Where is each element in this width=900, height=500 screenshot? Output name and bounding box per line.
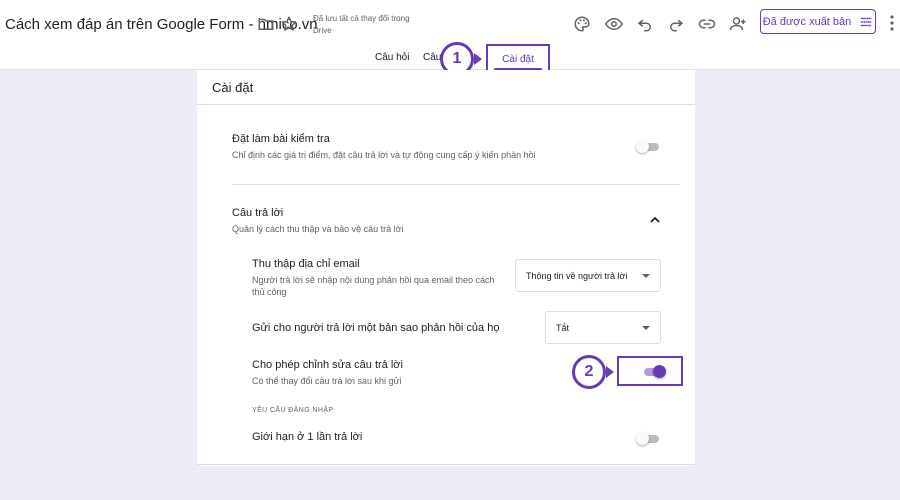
divider <box>197 464 695 465</box>
allow-edit-title: Cho phép chỉnh sửa câu trả lời <box>252 359 403 371</box>
divider <box>232 184 680 185</box>
allow-edit-description: Có thể thay đổi câu trả lời sau khi gửi <box>252 376 402 386</box>
add-collaborator-icon[interactable] <box>727 13 749 35</box>
step-pointer-1 <box>474 53 482 65</box>
send-copy-title: Gửi cho người trả lời một bản sao phản h… <box>252 322 500 334</box>
collect-email-select-value: Thông tin về người trả lời <box>526 270 628 281</box>
responses-title: Câu trả lời <box>232 207 284 219</box>
star-icon[interactable] <box>278 13 300 35</box>
tab-responses[interactable]: Câu <box>423 52 441 63</box>
settings-card: Cài đặt Đặt làm bài kiểm tra Chỉ định cá… <box>197 70 695 466</box>
divider <box>197 104 695 105</box>
tab-settings-label: Cài đặt <box>502 54 534 65</box>
published-button-label: Đã được xuất bản <box>762 15 852 28</box>
dropdown-caret-icon <box>642 326 650 330</box>
quiz-toggle[interactable] <box>636 140 660 153</box>
login-required-heading: YÊU CẦU ĐĂNG NHẬP <box>252 407 334 414</box>
palette-icon[interactable] <box>571 13 593 35</box>
step-badge-2: 2 <box>572 355 606 389</box>
tune-icon <box>861 16 872 27</box>
folder-icon[interactable] <box>255 13 277 35</box>
limit-one-toggle[interactable] <box>636 432 660 445</box>
collect-email-description: Người trả lời sẽ nhập nội dung phản hồi … <box>252 275 495 297</box>
send-copy-select-value: Tắt <box>556 322 570 333</box>
responses-description: Quản lý cách thu thập và bảo vệ câu trả … <box>232 224 404 234</box>
save-status: Đã lưu tất cả thay đổi trong Drive <box>313 14 410 35</box>
settings-card-title: Cài đặt <box>212 80 254 95</box>
redo-icon[interactable] <box>665 13 687 35</box>
step-pointer-2 <box>606 366 614 378</box>
undo-icon[interactable] <box>634 13 656 35</box>
more-vert-icon[interactable] <box>887 13 897 33</box>
link-icon[interactable] <box>696 13 718 35</box>
dropdown-caret-icon <box>642 274 650 278</box>
allow-edit-toggle[interactable] <box>641 365 666 378</box>
limit-one-title: Giới hạn ở 1 lần trả lời <box>252 431 363 443</box>
collect-email-select[interactable]: Thông tin về người trả lời <box>515 259 661 292</box>
preview-eye-icon[interactable] <box>603 13 625 35</box>
quiz-description: Chỉ định các giá trị điểm, đặt câu trả l… <box>232 150 536 160</box>
published-button[interactable]: Đã được xuất bản <box>760 9 876 34</box>
quiz-title: Đặt làm bài kiểm tra <box>232 133 330 145</box>
collect-email-title: Thu thập địa chỉ email <box>252 258 360 270</box>
tab-questions[interactable]: Câu hỏi <box>375 52 409 63</box>
allow-edit-highlight <box>617 356 683 386</box>
chevron-up-icon[interactable] <box>649 215 661 225</box>
send-copy-select[interactable]: Tắt <box>545 311 661 344</box>
